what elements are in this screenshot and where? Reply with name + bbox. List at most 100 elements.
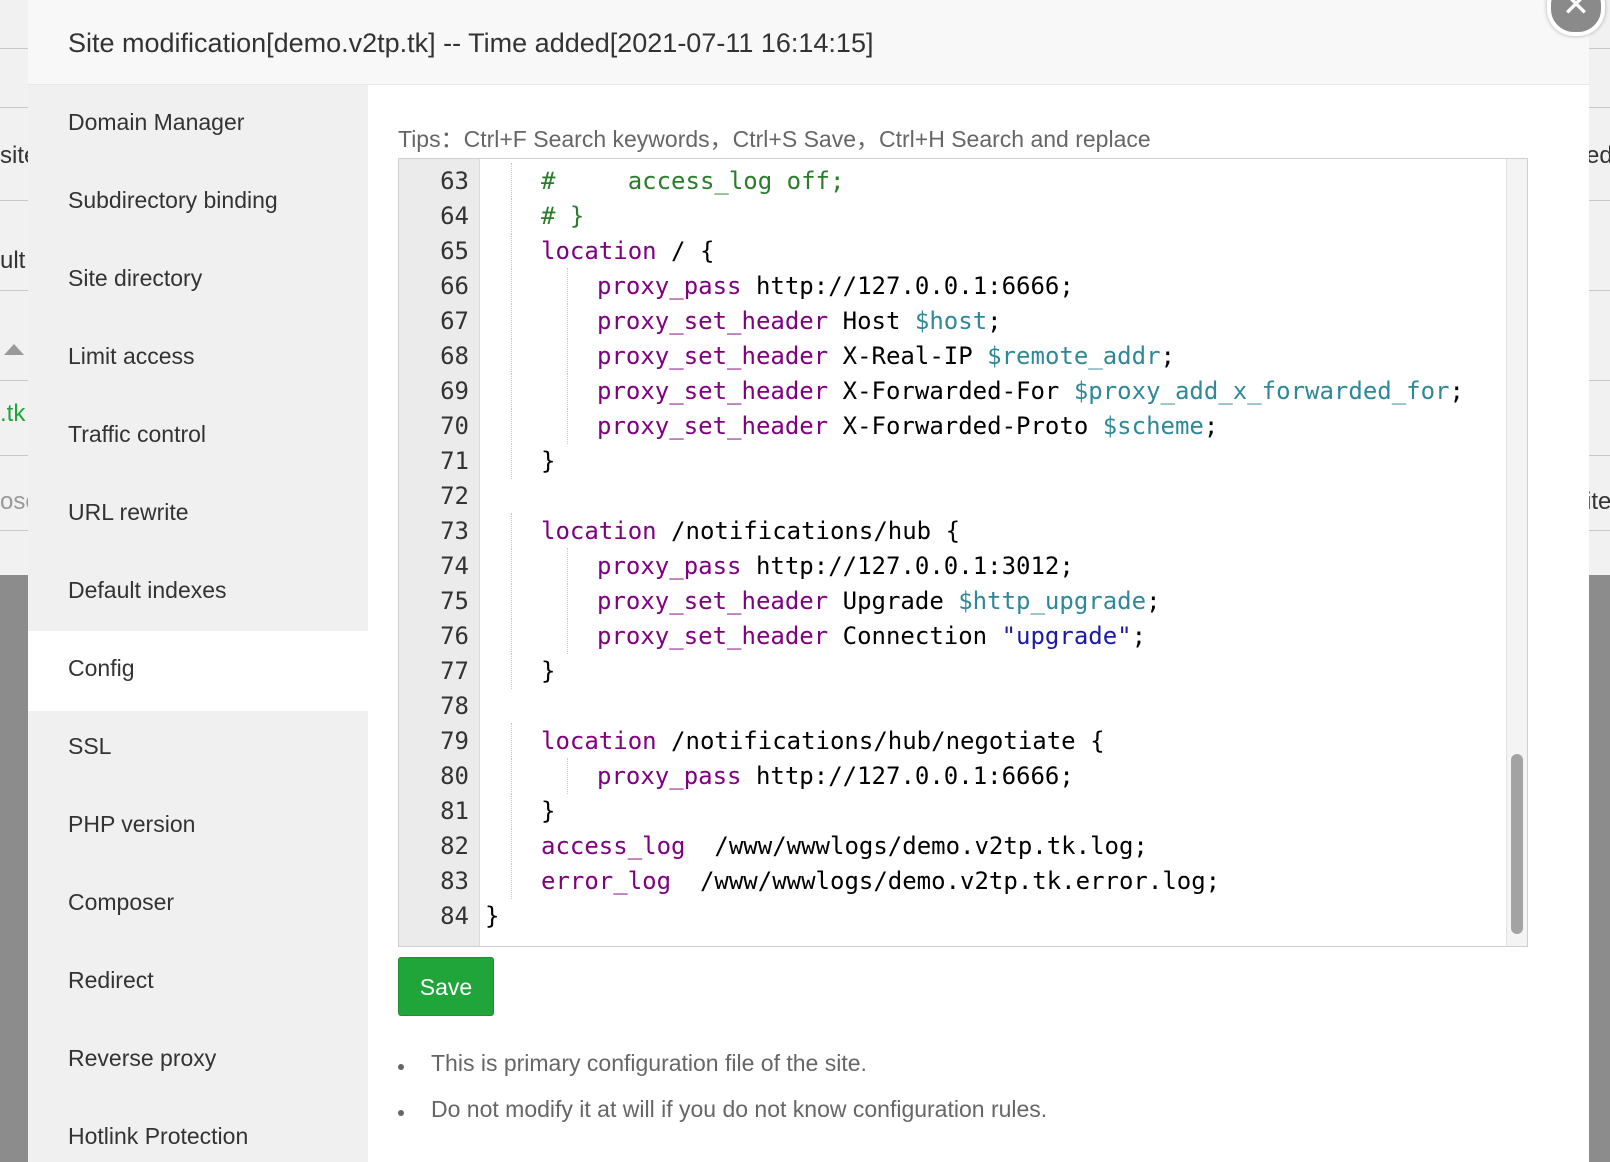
code-line: 80 proxy_pass http://127.0.0.1:6666;	[399, 758, 1499, 794]
sidebar-item-label: Composer	[68, 889, 175, 915]
indent-guide	[511, 758, 512, 794]
line-number: 72	[440, 482, 469, 510]
sidebar-item-hotlink-protection[interactable]: Hotlink Protection	[28, 1099, 368, 1162]
sidebar-item-label: Traffic control	[68, 421, 207, 447]
code-line: 72	[399, 478, 1499, 514]
code-line: 71}	[399, 443, 1499, 479]
token-plain: }	[541, 797, 556, 825]
code-text: proxy_set_header X-Forwarded-For $proxy_…	[597, 373, 1464, 409]
token-plain: }	[541, 447, 556, 475]
sidebar-item-composer[interactable]: Composer	[28, 865, 368, 945]
sidebar-item-site-directory[interactable]: Site directory	[28, 241, 368, 321]
code-text: }	[541, 653, 555, 689]
bg-text-fragment: ed	[1586, 142, 1610, 169]
settings-sidebar: Domain Manager Subdirectory binding Site…	[28, 85, 368, 1162]
editor-scrollbar[interactable]	[1506, 159, 1527, 946]
token-plain: ;	[1146, 587, 1161, 615]
code-line: 70 proxy_set_header X-Forwarded-Proto $sc…	[399, 408, 1499, 444]
sidebar-item-label: PHP version	[68, 811, 196, 837]
token-kw: location	[541, 727, 657, 755]
code-line: 78	[399, 688, 1499, 724]
code-line: 65 location / {	[399, 233, 1499, 269]
line-number: 69	[440, 377, 469, 405]
token-plain: /www/wwwlogs/demo.v2tp.tk.error.log;	[671, 867, 1221, 895]
token-plain: }	[541, 657, 556, 685]
code-text: proxy_set_header Connection "upgrade";	[597, 618, 1146, 654]
indent-guide	[511, 373, 512, 409]
indent-guide	[511, 303, 512, 339]
token-str: "upgrade"	[1001, 622, 1132, 650]
token-kw: error_log	[541, 867, 672, 895]
code-line: 67 proxy_set_header Host $host;	[399, 303, 1499, 339]
sidebar-item-config[interactable]: Config	[28, 631, 368, 711]
line-number: 63	[440, 167, 469, 195]
sidebar-item-limit-access[interactable]: Limit access	[28, 319, 368, 399]
indent-guide	[511, 443, 512, 479]
token-kw: proxy_pass	[597, 762, 742, 790]
bg-site-link-fragment[interactable]: .tk	[0, 400, 25, 428]
code-line: 81}	[399, 793, 1499, 829]
code-line: 74 proxy_pass http://127.0.0.1:3012;	[399, 548, 1499, 584]
line-number: 67	[440, 307, 469, 335]
token-kw: proxy_set_header	[597, 377, 829, 405]
code-text: location / {	[541, 233, 714, 269]
code-text: proxy_set_header Host $host;	[597, 303, 1002, 339]
line-number: 76	[440, 622, 469, 650]
code-text: proxy_set_header X-Forwarded-Proto $sche…	[597, 408, 1218, 444]
indent-guide	[511, 408, 512, 444]
indent-guide	[511, 548, 512, 584]
code-text: proxy_set_header X-Real-IP $remote_addr;	[597, 338, 1175, 374]
indent-guide	[567, 338, 568, 374]
indent-guide	[567, 548, 568, 584]
token-kw: proxy_pass	[597, 272, 742, 300]
code-line: 82 access_log /www/wwwlogs/demo.v2tp.tk.l…	[399, 828, 1499, 864]
indent-guide	[511, 268, 512, 304]
sidebar-item-reverse-proxy[interactable]: Reverse proxy	[28, 1021, 368, 1101]
line-number: 78	[440, 692, 469, 720]
sidebar-item-php-version[interactable]: PHP version	[28, 787, 368, 867]
line-number: 74	[440, 552, 469, 580]
sidebar-item-traffic-control[interactable]: Traffic control	[28, 397, 368, 477]
token-plain: /notifications/hub/negotiate {	[656, 727, 1105, 755]
token-kw: proxy_set_header	[597, 622, 829, 650]
sidebar-item-subdirectory-binding[interactable]: Subdirectory binding	[28, 163, 368, 243]
indent-guide	[511, 828, 512, 864]
code-line: 84}	[399, 898, 1499, 934]
sidebar-item-url-rewrite[interactable]: URL rewrite	[28, 475, 368, 555]
sidebar-item-redirect[interactable]: Redirect	[28, 943, 368, 1023]
sidebar-item-domain-manager[interactable]: Domain Manager	[28, 85, 368, 165]
token-kw: proxy_set_header	[597, 412, 829, 440]
indent-guide	[567, 268, 568, 304]
code-line: 73 location /notifications/hub {	[399, 513, 1499, 549]
line-number: 73	[440, 517, 469, 545]
line-number: 81	[440, 797, 469, 825]
token-var: $http_upgrade	[958, 587, 1147, 615]
code-text: }	[541, 443, 555, 479]
token-plain: /www/wwwlogs/demo.v2tp.tk.log;	[685, 832, 1148, 860]
sidebar-item-ssl[interactable]: SSL	[28, 709, 368, 789]
config-code-editor[interactable]: 63 # access_log off; 64 # } 65 location / {66…	[398, 158, 1528, 947]
sidebar-item-label: Subdirectory binding	[68, 187, 278, 213]
token-plain: http://127.0.0.1:3012;	[741, 552, 1074, 580]
token-plain: X-Real-IP	[828, 342, 988, 370]
token-plain: Host	[828, 307, 915, 335]
scrollbar-thumb[interactable]	[1511, 754, 1523, 934]
indent-guide	[511, 163, 512, 199]
indent-guide	[567, 408, 568, 444]
bullet-icon	[398, 1110, 404, 1116]
help-note-text: This is primary configuration file of th…	[431, 1050, 867, 1076]
token-kw: location	[541, 237, 657, 265]
token-kw: proxy_pass	[597, 552, 742, 580]
code-text: proxy_set_header Upgrade $http_upgrade;	[597, 583, 1161, 619]
indent-guide	[511, 338, 512, 374]
token-var: $remote_addr	[987, 342, 1161, 370]
token-plain: ;	[1131, 622, 1147, 650]
sidebar-item-label: Site directory	[68, 265, 203, 291]
code-text: proxy_pass http://127.0.0.1:6666;	[597, 268, 1074, 304]
sidebar-item-default-indexes[interactable]: Default indexes	[28, 553, 368, 633]
indent-guide	[567, 373, 568, 409]
token-plain: Connection	[828, 622, 1002, 650]
line-number: 82	[440, 832, 469, 860]
save-button[interactable]: Save	[398, 957, 494, 1016]
line-number: 70	[440, 412, 469, 440]
